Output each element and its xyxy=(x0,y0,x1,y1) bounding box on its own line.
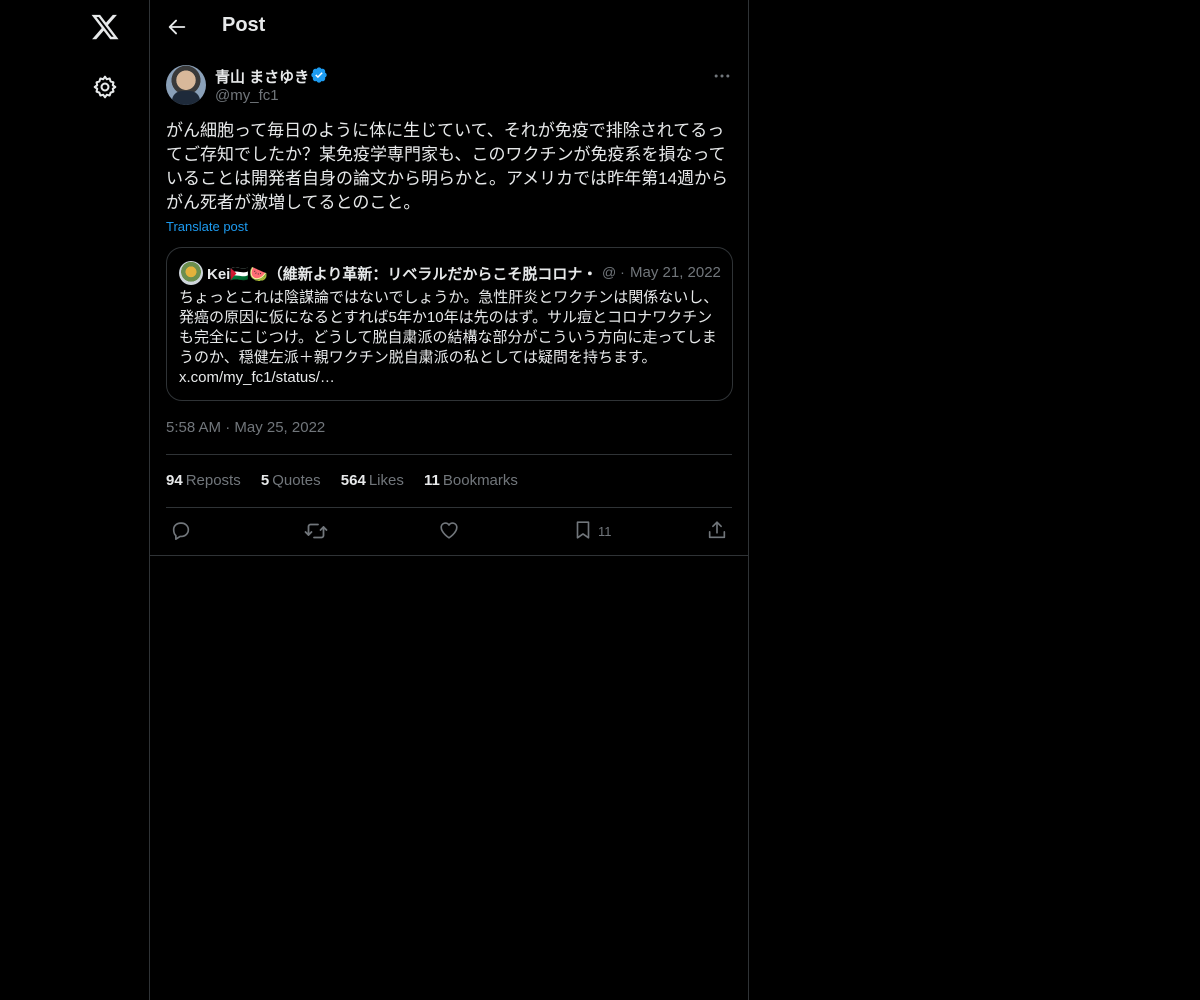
verified-icon xyxy=(310,66,328,84)
post-timestamp[interactable]: 5:58 AM · May 25, 2022 xyxy=(166,419,325,436)
back-arrow-icon[interactable] xyxy=(166,16,188,38)
reposts-stat[interactable]: 94 Reposts xyxy=(166,472,241,489)
divider xyxy=(166,507,732,508)
page-title: Post xyxy=(222,14,266,36)
divider xyxy=(150,555,748,556)
left-rail xyxy=(0,0,149,1000)
divider xyxy=(166,454,732,455)
author-handle[interactable]: @my_fc1 xyxy=(215,87,279,104)
translate-post-link[interactable]: Translate post xyxy=(166,219,248,234)
settings-icon[interactable] xyxy=(92,74,118,100)
bookmark-icon[interactable] xyxy=(572,519,596,543)
like-icon[interactable] xyxy=(438,519,462,543)
quote-author-avatar xyxy=(179,261,203,285)
quoted-post[interactable]: Kei🇵🇸🍉（維新より革新：リベラルだからこそ脱コロナ・ @ · May 21,… xyxy=(166,247,733,401)
repost-icon[interactable] xyxy=(304,519,328,543)
author-name[interactable]: 青山 まさゆき xyxy=(215,66,309,87)
more-icon[interactable] xyxy=(712,66,732,86)
quotes-stat[interactable]: 5 Quotes xyxy=(261,472,321,489)
engagement-stats: 94 Reposts 5 Quotes 564 Likes 11 Bookmarks xyxy=(166,472,534,489)
quote-date: May 21, 2022 xyxy=(630,264,721,281)
post-text: がん細胞って毎日のように体に生じていて、それが免疫で排除されてるってご存知でした… xyxy=(166,121,729,212)
post-column: Post 青山 まさゆき @my_fc1 がん細胞って毎日のように体に生じていて… xyxy=(149,0,749,1000)
quote-text: ちょっとこれは陰謀論ではないでしょうか。急性肝炎とワクチンは関係ないし、発癌の原… xyxy=(179,289,719,386)
quote-author-handle: @ · xyxy=(602,264,625,280)
author-avatar[interactable] xyxy=(166,65,206,105)
share-icon[interactable] xyxy=(706,519,730,543)
x-logo-icon[interactable] xyxy=(90,12,120,42)
likes-stat[interactable]: 564 Likes xyxy=(341,472,404,489)
page-header: Post xyxy=(150,0,748,54)
bookmarks-stat[interactable]: 11 Bookmarks xyxy=(424,472,518,489)
quote-author-name: Kei🇵🇸🍉（維新より革新：リベラルだからこそ脱コロナ・ xyxy=(207,266,598,283)
bookmark-count: 11 xyxy=(598,524,612,539)
reply-icon[interactable] xyxy=(170,519,194,543)
